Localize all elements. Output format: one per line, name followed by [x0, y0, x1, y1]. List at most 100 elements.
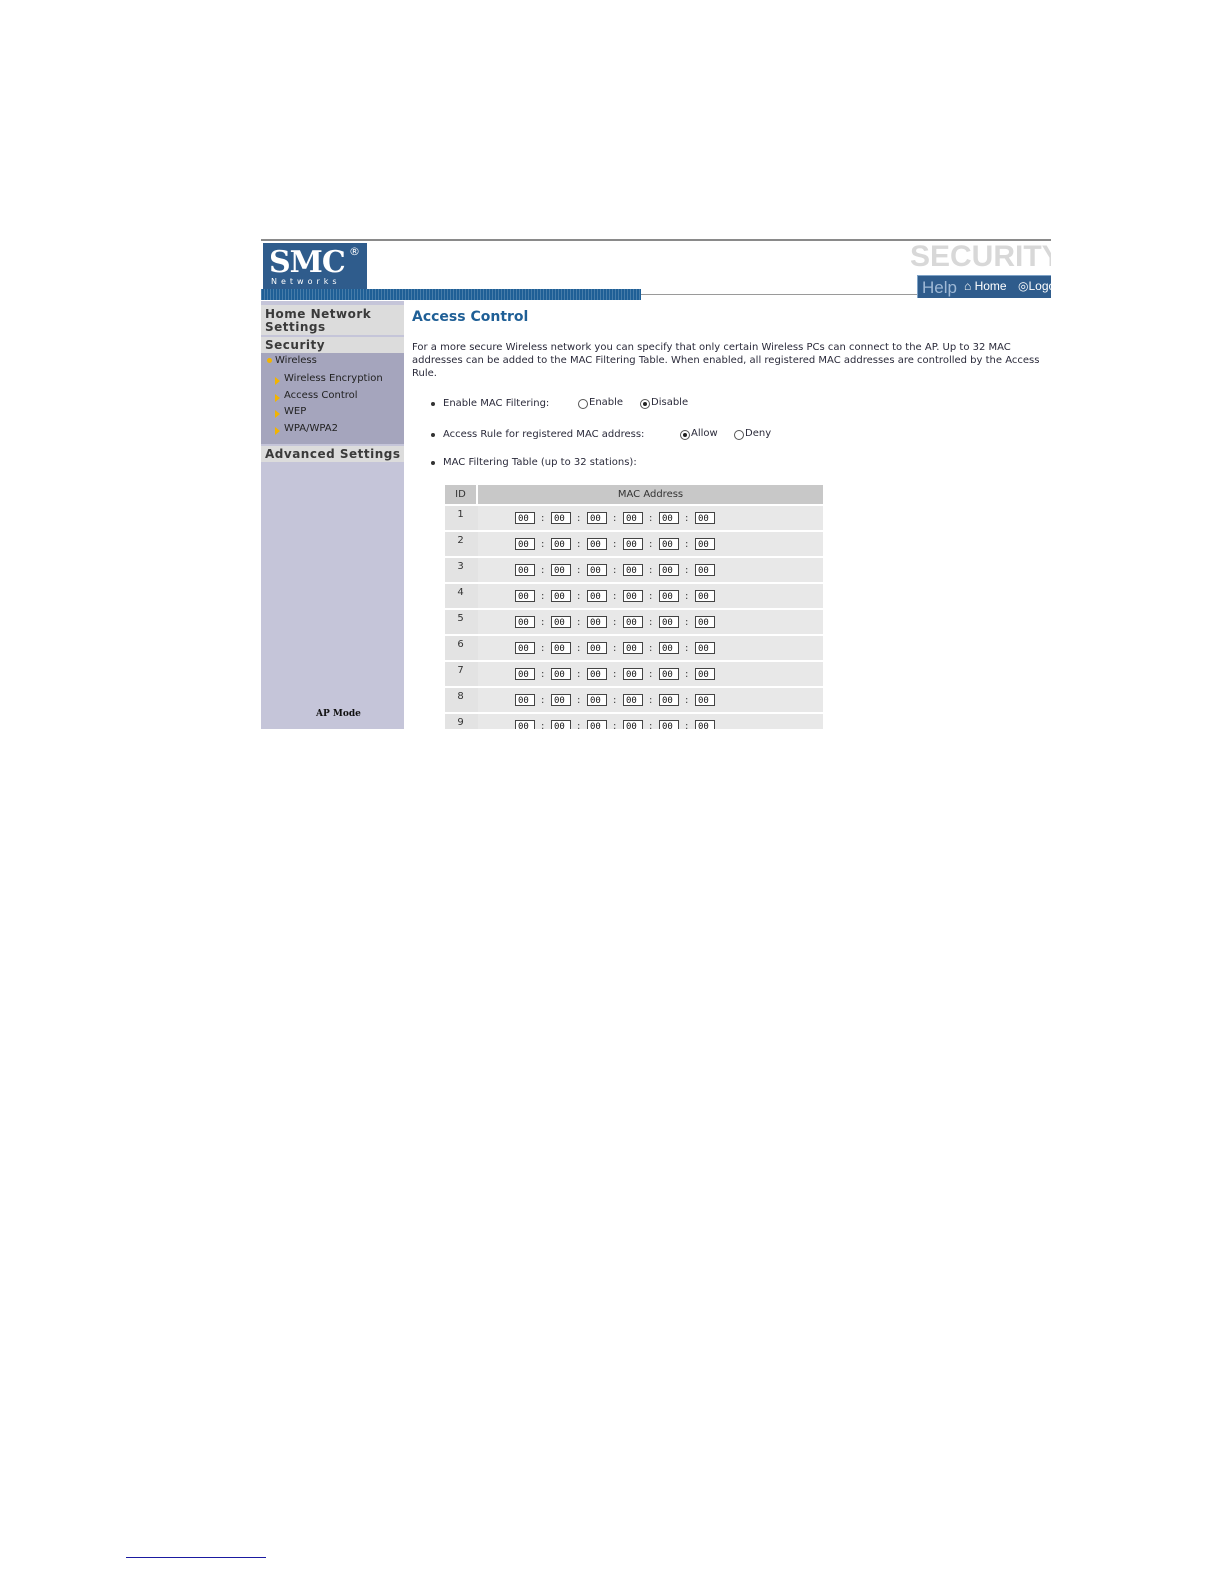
- mac-octet-input[interactable]: 00: [587, 538, 607, 550]
- mac-address-cell: 00:00:00:00:00:00: [478, 584, 823, 608]
- mac-octet-input[interactable]: 00: [587, 590, 607, 602]
- bullet-icon: [431, 402, 435, 406]
- sidebar-item-wireless[interactable]: Wireless: [275, 355, 317, 366]
- sidebar-item-security[interactable]: Security: [261, 337, 404, 353]
- mac-octet-input[interactable]: 00: [623, 642, 643, 654]
- arrow-right-icon: [275, 394, 280, 402]
- mac-address-cell: 00:00:00:00:00:00: [478, 532, 823, 556]
- mac-octet-input[interactable]: 00: [623, 512, 643, 524]
- mac-separator: :: [577, 617, 581, 628]
- row-id: 8: [445, 688, 476, 712]
- mac-octet-input[interactable]: 00: [587, 720, 607, 729]
- mac-separator: :: [685, 721, 689, 729]
- mac-octet-input[interactable]: 00: [623, 616, 643, 628]
- mac-octet-input[interactable]: 00: [587, 668, 607, 680]
- mac-octet-input[interactable]: 00: [551, 720, 571, 729]
- page-title: Access Control: [412, 309, 529, 325]
- mac-octet-input[interactable]: 00: [587, 694, 607, 706]
- sidebar-item-advanced-settings[interactable]: Advanced Settings: [261, 446, 404, 462]
- mac-octet-input[interactable]: 00: [659, 668, 679, 680]
- mac-filtering-label: Enable MAC Filtering:: [443, 398, 550, 409]
- mac-octet-input[interactable]: 00: [623, 538, 643, 550]
- mac-filtering-enable-radio[interactable]: [578, 399, 588, 409]
- mac-octet-input[interactable]: 00: [587, 642, 607, 654]
- mac-separator: :: [685, 591, 689, 602]
- mac-octet-input[interactable]: 00: [551, 538, 571, 550]
- mac-octet-input[interactable]: 00: [551, 616, 571, 628]
- mac-address-cell: 00:00:00:00:00:00: [478, 662, 823, 686]
- mac-octet-input[interactable]: 00: [551, 512, 571, 524]
- mac-separator: :: [577, 695, 581, 706]
- mac-octet-input[interactable]: 00: [659, 720, 679, 729]
- mac-separator: :: [649, 591, 653, 602]
- mac-octet-input[interactable]: 00: [515, 668, 535, 680]
- mac-octet-input[interactable]: 00: [659, 538, 679, 550]
- home-link[interactable]: ⌂ Home: [964, 279, 1007, 293]
- mac-separator: :: [577, 721, 581, 729]
- mac-separator: :: [613, 643, 617, 654]
- mac-octet-input[interactable]: 00: [515, 564, 535, 576]
- sidebar-item-wpa-wpa2[interactable]: WPA/WPA2: [284, 423, 338, 434]
- mac-octet-input[interactable]: 00: [695, 538, 715, 550]
- sidebar-item-wireless-encryption[interactable]: Wireless Encryption: [284, 373, 383, 384]
- access-rule-deny-radio[interactable]: [734, 430, 744, 440]
- row-id: 6: [445, 636, 476, 660]
- mac-octet-input[interactable]: 00: [623, 590, 643, 602]
- mac-octet-input[interactable]: 00: [623, 694, 643, 706]
- mac-octet-input[interactable]: 00: [659, 564, 679, 576]
- mac-filtering-disable-radio[interactable]: [640, 399, 650, 409]
- access-rule-allow-radio[interactable]: [680, 430, 690, 440]
- row-id: 5: [445, 610, 476, 634]
- mac-octet-input[interactable]: 00: [551, 642, 571, 654]
- mac-octet-input[interactable]: 00: [587, 616, 607, 628]
- mac-separator: :: [577, 513, 581, 524]
- mac-octet-input[interactable]: 00: [695, 512, 715, 524]
- mac-octet-input[interactable]: 00: [587, 564, 607, 576]
- mac-octet-input[interactable]: 00: [695, 590, 715, 602]
- help-link[interactable]: Help: [922, 278, 957, 298]
- mac-octet-input[interactable]: 00: [515, 538, 535, 550]
- mac-octet-input[interactable]: 00: [515, 512, 535, 524]
- mac-octet-input[interactable]: 00: [695, 642, 715, 654]
- mac-octet-input[interactable]: 00: [551, 694, 571, 706]
- mac-separator: :: [613, 591, 617, 602]
- mac-octet-input[interactable]: 00: [659, 590, 679, 602]
- header-accent-bar: [261, 289, 641, 300]
- mac-octet-input[interactable]: 00: [515, 642, 535, 654]
- mac-octet-input[interactable]: 00: [551, 590, 571, 602]
- footer-link-underline: [126, 1557, 266, 1558]
- mac-octet-input[interactable]: 00: [551, 564, 571, 576]
- mac-octet-input[interactable]: 00: [623, 668, 643, 680]
- mac-separator: :: [685, 539, 689, 550]
- sidebar-item-home-network-settings[interactable]: Home Network Settings: [261, 305, 404, 335]
- sidebar-item-access-control[interactable]: Access Control: [284, 390, 358, 401]
- mac-separator: :: [613, 695, 617, 706]
- sidebar-item-wep[interactable]: WEP: [284, 406, 306, 417]
- mac-octet-input[interactable]: 00: [659, 512, 679, 524]
- mac-octet-input[interactable]: 00: [551, 668, 571, 680]
- mac-octet-input[interactable]: 00: [587, 512, 607, 524]
- mac-octet-input[interactable]: 00: [515, 590, 535, 602]
- mac-octet-input[interactable]: 00: [695, 616, 715, 628]
- mac-octet-input[interactable]: 00: [515, 616, 535, 628]
- mac-octet-input[interactable]: 00: [623, 720, 643, 729]
- mac-octet-input[interactable]: 00: [695, 694, 715, 706]
- arrow-right-icon: [275, 427, 280, 435]
- mac-octet-input[interactable]: 00: [659, 694, 679, 706]
- table-row: 4 00:00:00:00:00:00: [445, 584, 823, 608]
- mac-octet-input[interactable]: 00: [659, 616, 679, 628]
- mac-octet-input[interactable]: 00: [659, 642, 679, 654]
- logout-link-label: Logo: [1028, 279, 1051, 293]
- logout-link[interactable]: ◎Logo: [1018, 279, 1051, 293]
- logo-name: SMC: [269, 245, 346, 280]
- mac-octet-input[interactable]: 00: [695, 564, 715, 576]
- mac-octet-input[interactable]: 00: [695, 668, 715, 680]
- bullet-icon: [431, 461, 435, 465]
- smc-logo[interactable]: SMC ® Networks: [263, 243, 367, 289]
- mac-separator: :: [685, 643, 689, 654]
- mac-octet-input[interactable]: 00: [623, 564, 643, 576]
- mac-octet-input[interactable]: 00: [695, 720, 715, 729]
- mac-table-label: MAC Filtering Table (up to 32 stations):: [443, 457, 637, 468]
- mac-octet-input[interactable]: 00: [515, 694, 535, 706]
- mac-octet-input[interactable]: 00: [515, 720, 535, 729]
